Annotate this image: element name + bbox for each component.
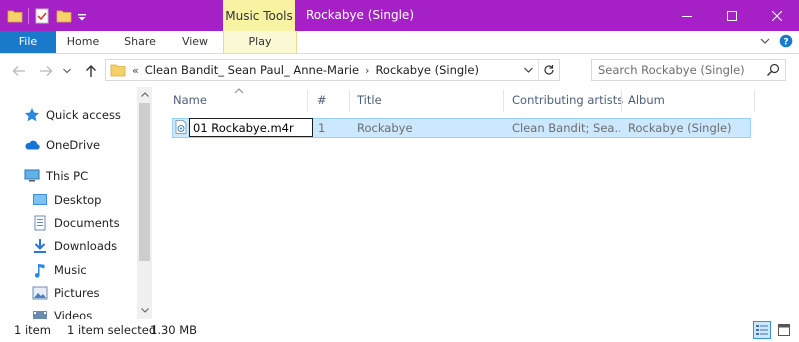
window-title: Rockabye (Single) (306, 8, 414, 22)
tab-share[interactable]: Share (117, 31, 163, 53)
nav-item-label: Music (54, 263, 87, 277)
folder-icon (6, 7, 24, 25)
scroll-up-arrow[interactable] (137, 87, 152, 101)
forward-button[interactable] (37, 62, 55, 80)
large-icons-view-button[interactable] (775, 321, 793, 339)
expand-ribbon-icon[interactable] (759, 35, 771, 47)
nav-item-documents[interactable]: Documents (32, 213, 120, 233)
toolbar-divider (28, 8, 29, 24)
search-icon[interactable] (766, 63, 780, 77)
videos-icon (32, 308, 48, 319)
pictures-icon (32, 285, 48, 301)
tab-file[interactable]: File (0, 31, 56, 53)
navigation-pane: Quick access OneDrive This PC Desktop Do… (0, 87, 152, 319)
nav-item-label: Videos (54, 309, 93, 319)
nav-item-label: Desktop (54, 193, 102, 207)
download-icon (32, 238, 48, 254)
nav-item-label: This PC (46, 169, 89, 183)
nav-item-label: Documents (54, 216, 120, 230)
status-bar: 1 item 1 item selected 1.30 MB (0, 319, 799, 342)
nav-pane-scrollbar[interactable] (137, 87, 152, 319)
nav-item-label: Quick access (46, 108, 121, 122)
back-button[interactable] (10, 62, 28, 80)
computer-icon (24, 168, 40, 184)
details-view-icon (756, 325, 768, 335)
nav-item-label: Downloads (54, 239, 118, 253)
column-divider[interactable] (349, 90, 350, 112)
nav-item-pictures[interactable]: Pictures (32, 283, 100, 303)
rename-field[interactable] (189, 118, 313, 137)
desktop-icon (32, 192, 48, 208)
tab-view[interactable]: View (172, 31, 218, 53)
properties-icon[interactable] (33, 7, 51, 25)
scroll-thumb[interactable] (139, 103, 150, 261)
address-history-dropdown[interactable] (519, 60, 537, 80)
selection-count: 1 item selected (67, 323, 157, 337)
column-divider[interactable] (754, 90, 755, 112)
title-cell: Rockabye (357, 121, 413, 135)
column-header-contributing-artists[interactable]: Contributing artists (512, 87, 623, 113)
tab-play[interactable]: Play (223, 31, 297, 53)
recent-locations-button[interactable] (61, 62, 73, 80)
track-number-cell: 1 (318, 121, 326, 135)
breadcrumb-separator[interactable]: › (365, 64, 369, 77)
audio-file-icon (175, 120, 189, 138)
scroll-down-arrow[interactable] (137, 303, 152, 317)
nav-item-quick-access[interactable]: Quick access (24, 105, 121, 125)
column-header-title[interactable]: Title (357, 87, 382, 113)
ribbon-controls: ? (759, 34, 793, 48)
ribbon-tab-strip: File Home Share View Play ? (0, 31, 799, 54)
column-header-name[interactable]: Name (173, 87, 207, 113)
selection-size: 1.30 MB (150, 323, 198, 337)
search-box[interactable] (591, 59, 786, 81)
address-bar[interactable]: « Clean Bandit_ Sean Paul_ Anne-Marie › … (105, 59, 560, 81)
nav-item-videos[interactable]: Videos (32, 306, 92, 319)
folder-icon (110, 63, 126, 77)
breadcrumb-overflow[interactable]: « (132, 64, 139, 77)
star-icon (24, 107, 40, 123)
column-header-album[interactable]: Album (628, 87, 665, 113)
nav-item-this-pc[interactable]: This PC (24, 166, 88, 186)
music-tools-tab-group: Music Tools (223, 0, 295, 31)
sort-ascending-icon (234, 88, 244, 94)
refresh-button[interactable] (538, 60, 559, 80)
tab-home[interactable]: Home (60, 31, 106, 53)
nav-item-label: OneDrive (46, 138, 101, 152)
column-divider[interactable] (307, 90, 308, 112)
contributing-artists-cell: Clean Bandit; Sea... (512, 121, 620, 135)
file-list: Name # Title Contributing artists Album … (152, 87, 799, 319)
search-input[interactable] (598, 63, 758, 77)
album-cell: Rockabye (Single) (628, 121, 732, 135)
svg-text:?: ? (783, 38, 788, 48)
nav-item-label: Pictures (54, 286, 100, 300)
nav-item-downloads[interactable]: Downloads (32, 236, 117, 256)
nav-item-desktop[interactable]: Desktop (32, 190, 101, 210)
item-count: 1 item (14, 323, 51, 337)
help-icon[interactable]: ? (779, 34, 793, 48)
quick-access-toolbar (6, 6, 95, 26)
column-divider[interactable] (503, 90, 504, 112)
cloud-icon (24, 137, 40, 153)
new-folder-icon[interactable] (55, 7, 73, 25)
nav-item-music[interactable]: Music (32, 260, 87, 280)
breadcrumb: « Clean Bandit_ Sean Paul_ Anne-Marie › … (106, 63, 479, 77)
title-bar: Music Tools Rockabye (Single) (0, 0, 799, 31)
breadcrumb-item-artist-folder[interactable]: Clean Bandit_ Sean Paul_ Anne-Marie (145, 63, 359, 77)
column-divider[interactable] (621, 90, 622, 112)
breadcrumb-item-current-folder[interactable]: Rockabye (Single) (375, 63, 479, 77)
table-row[interactable]: 1 Rockabye Clean Bandit; Sea... Rockabye… (172, 118, 751, 138)
details-view-button[interactable] (753, 321, 771, 339)
customize-toolbar-icon[interactable] (77, 7, 95, 25)
large-icons-view-icon (778, 324, 790, 336)
column-header-number[interactable]: # (317, 87, 327, 113)
up-button[interactable] (82, 62, 100, 80)
documents-icon (32, 215, 48, 231)
close-button[interactable] (754, 0, 799, 31)
maximize-button[interactable] (709, 0, 754, 31)
music-icon (32, 262, 48, 278)
nav-item-onedrive[interactable]: OneDrive (24, 135, 100, 155)
minimize-button[interactable] (664, 0, 709, 31)
